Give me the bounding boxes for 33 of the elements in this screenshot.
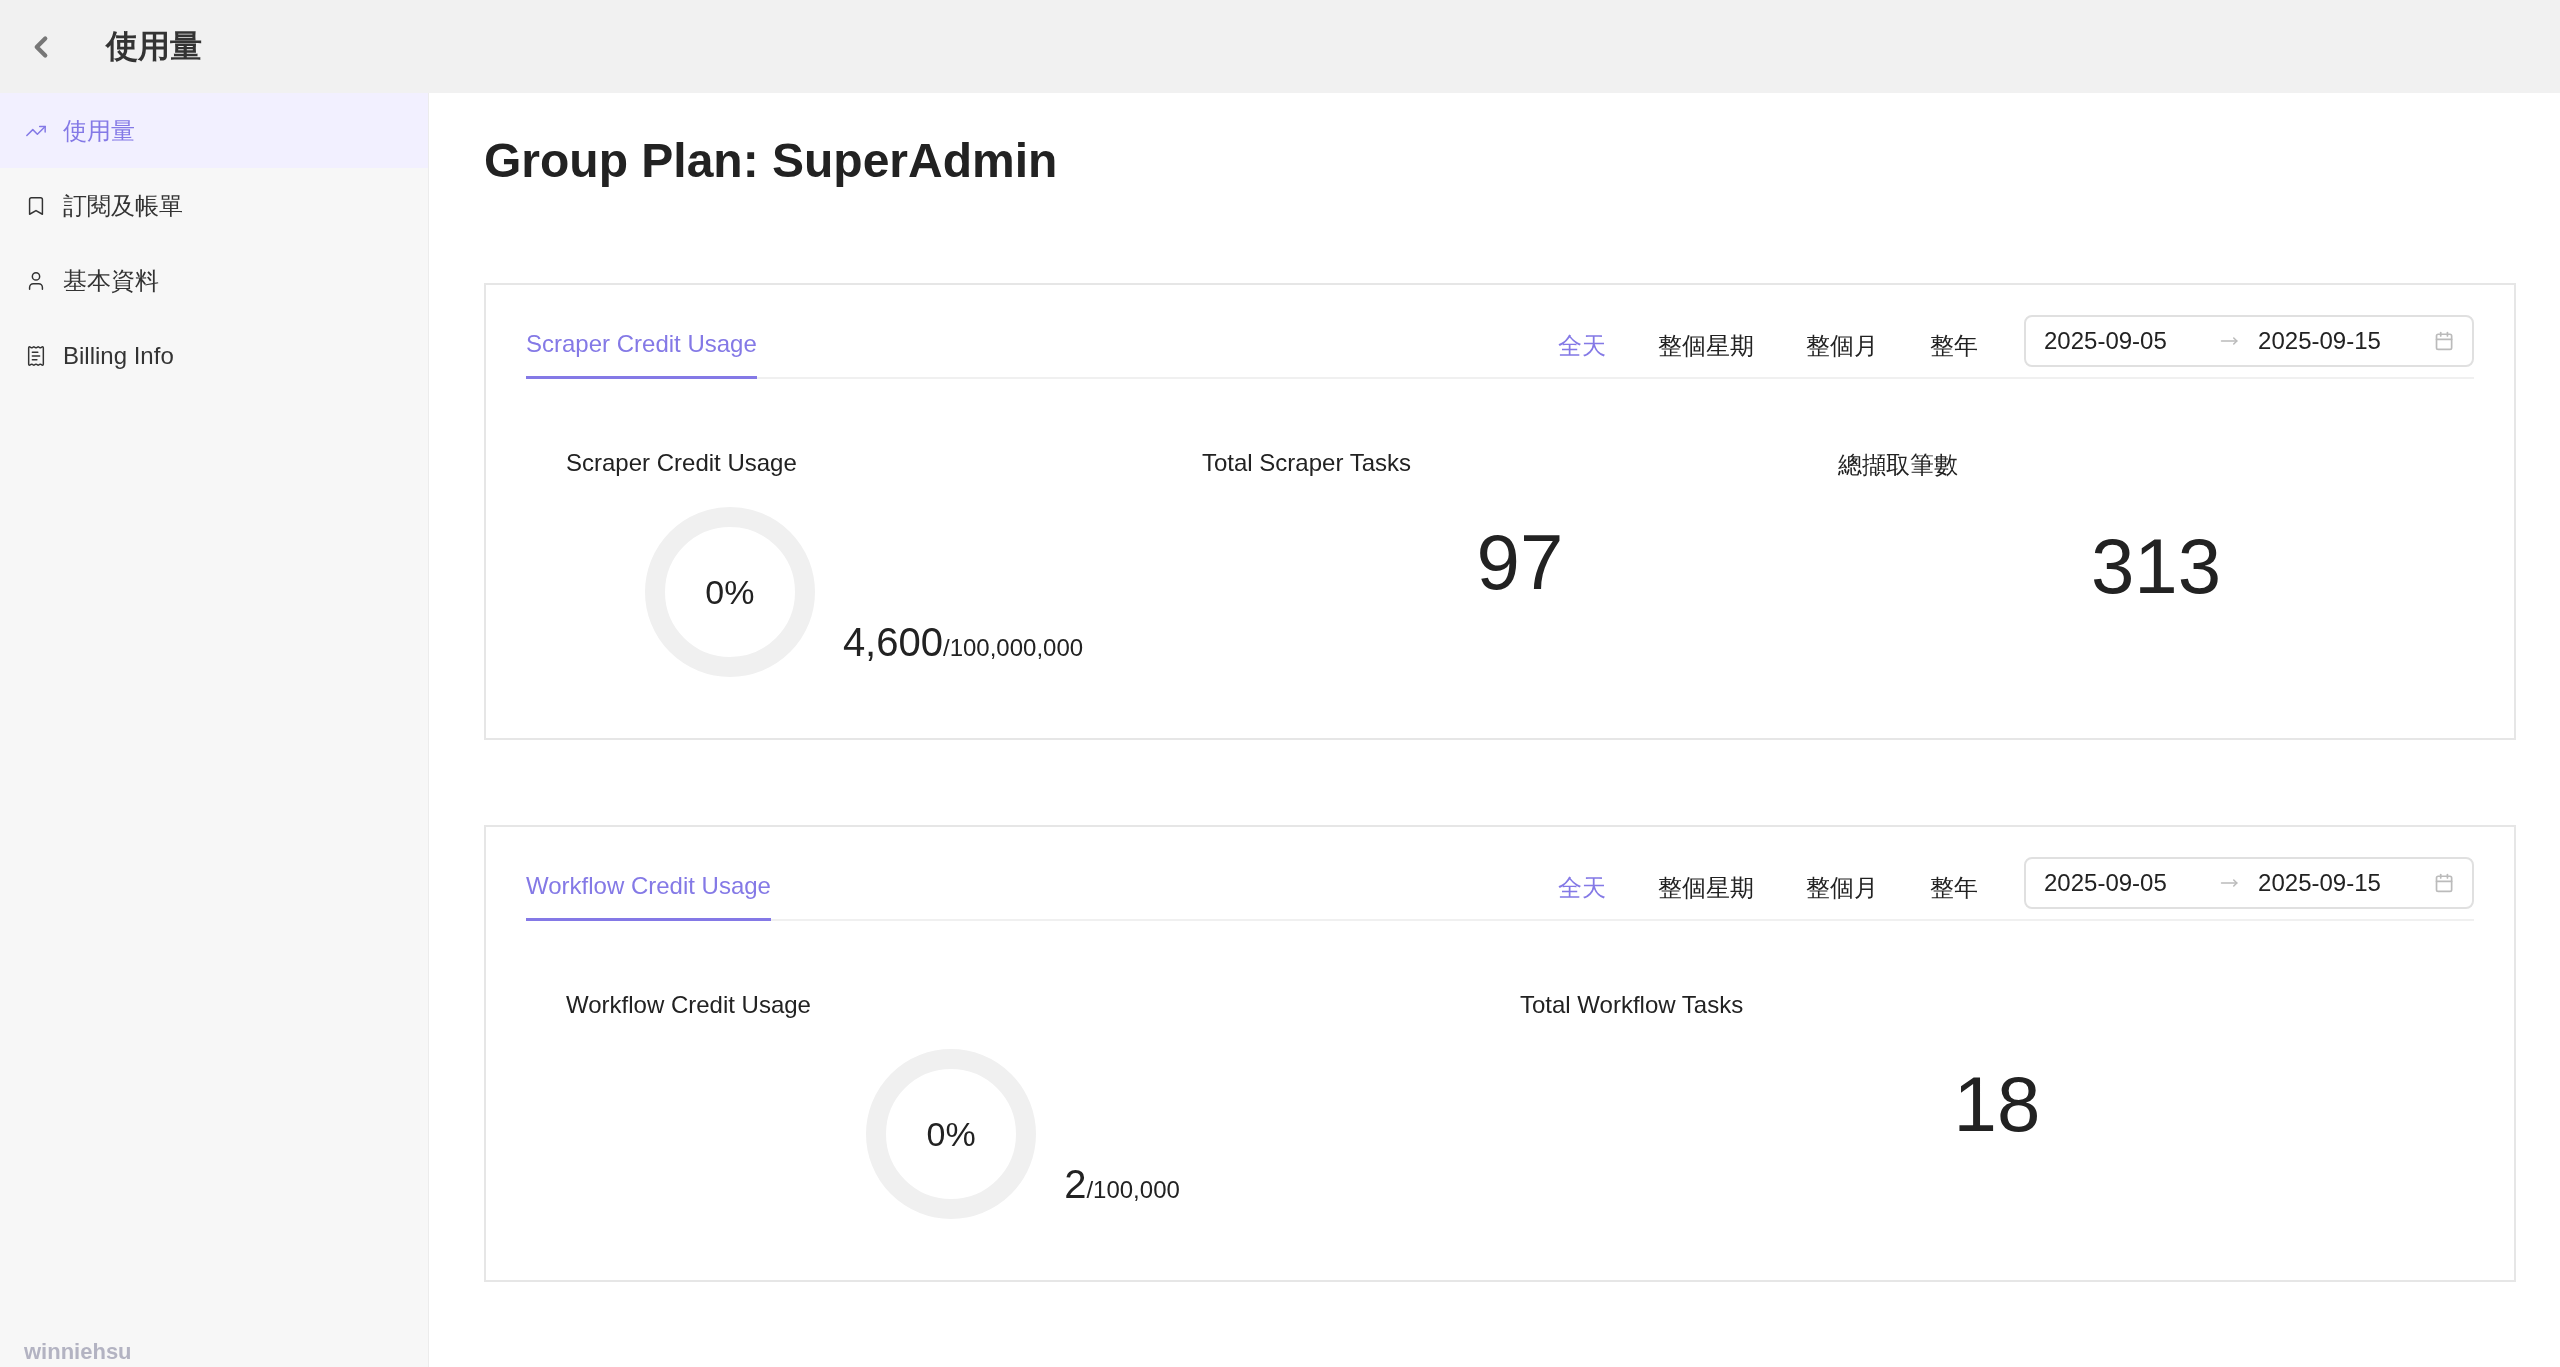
stat-value: 313 (2090, 521, 2222, 612)
stat-label: Total Workflow Tasks (1520, 991, 1744, 1019)
stat-label: Scraper Credit Usage (566, 449, 797, 477)
range-option[interactable]: 全天 (1552, 329, 1612, 363)
percent-label: 0% (705, 572, 755, 612)
range-option[interactable]: 整個月 (1800, 871, 1884, 905)
header-title: 使用量 (106, 26, 202, 66)
range-option[interactable]: 整個星期 (1652, 871, 1760, 905)
range-option[interactable]: 整個星期 (1652, 329, 1760, 363)
stat-value: 18 (1953, 1059, 2041, 1150)
stat-label: Workflow Credit Usage (566, 991, 811, 1019)
stat-value: 97 (1476, 517, 1564, 608)
usage-value: 4,600/100,000,000 (842, 620, 1084, 665)
date-range-picker[interactable]: 2025-09-05 2025-09-15 (2024, 315, 2474, 367)
percent-label: 0% (926, 1114, 976, 1154)
calendar-icon (2433, 330, 2454, 352)
stat-label: 總擷取筆數 (1838, 450, 1958, 480)
sidebar-item[interactable]: Billing Info (0, 318, 428, 393)
sidebar-item[interactable]: 基本資料 (0, 243, 428, 318)
range-option[interactable]: 整年 (1924, 329, 1984, 363)
stat-label: Total Scraper Tasks (1202, 449, 1411, 477)
sidebar-item[interactable]: 訂閱及帳單 (0, 168, 428, 243)
usage-value: 2/100,000 (1064, 1162, 1180, 1207)
range-option[interactable]: 整個月 (1800, 329, 1884, 363)
range-option[interactable]: 整年 (1924, 871, 1984, 905)
page-title: Group Plan: SuperAdmin (484, 133, 1059, 188)
user-name: winniehsu (23, 1339, 133, 1366)
range-option[interactable]: 全天 (1552, 871, 1612, 905)
calendar-icon (2433, 872, 2454, 894)
tab[interactable]: Scraper Credit Usage (526, 315, 757, 379)
tab[interactable]: Workflow Credit Usage (526, 857, 771, 921)
receipt-icon (25, 344, 47, 367)
date-range-picker[interactable]: 2025-09-05 2025-09-15 (2024, 857, 2474, 909)
